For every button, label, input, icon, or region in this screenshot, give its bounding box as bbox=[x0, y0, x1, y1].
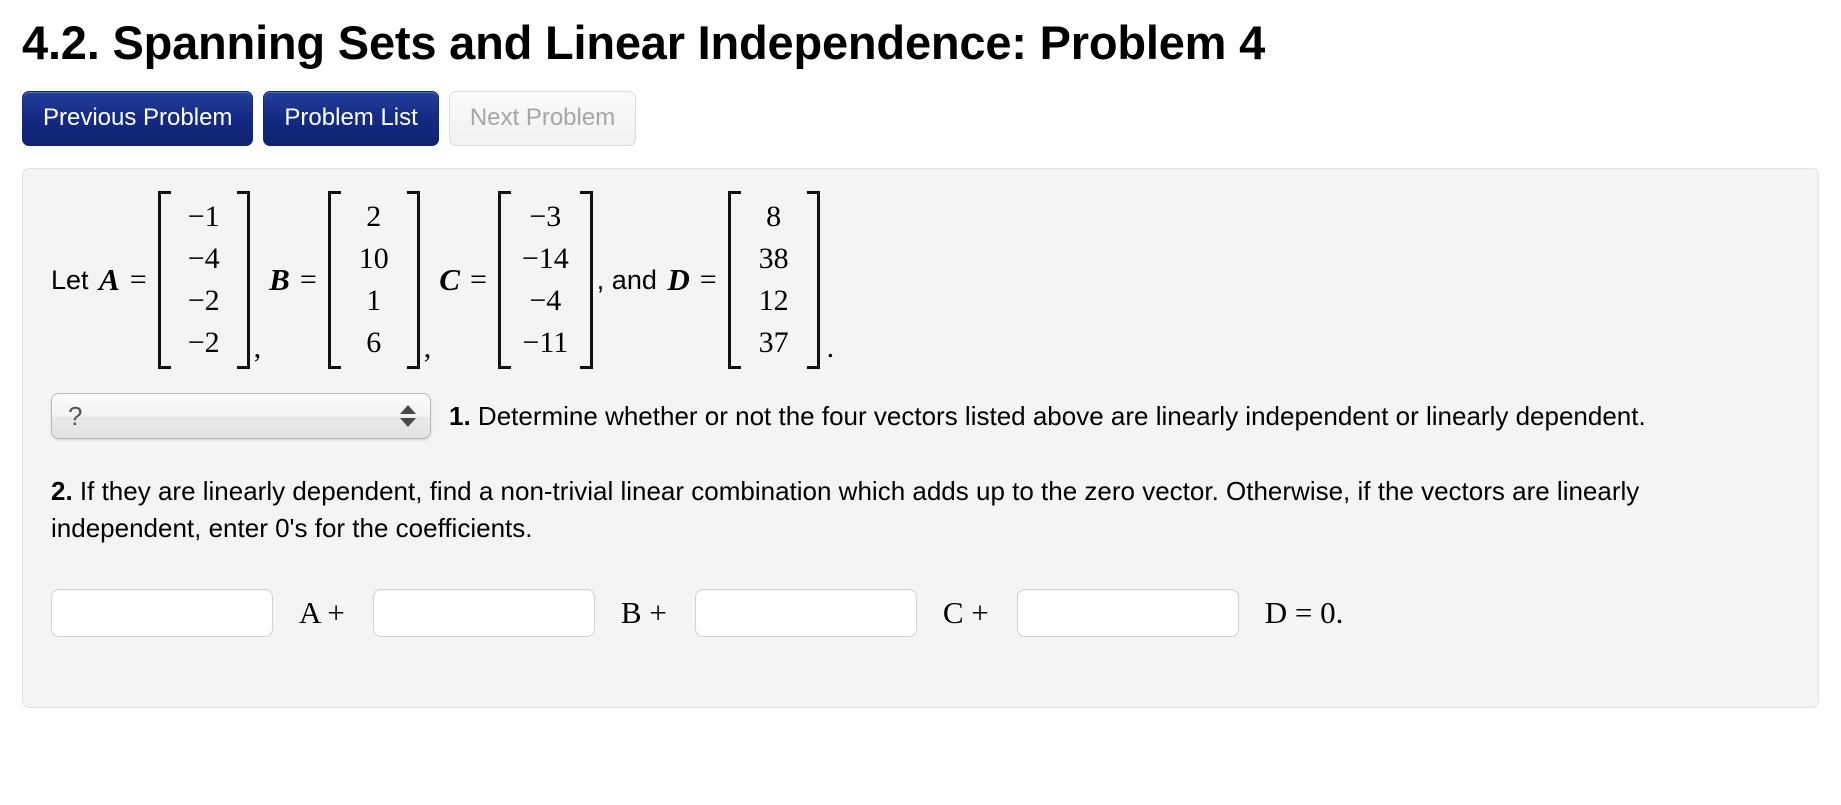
question-1-number: 1. bbox=[449, 400, 471, 431]
vector-d-name: D bbox=[667, 262, 690, 298]
bracket-left-icon bbox=[157, 191, 171, 370]
question-1-text: 1. Determine whether or not the four vec… bbox=[449, 399, 1646, 434]
vector-b-entry-4: 6 bbox=[366, 326, 382, 360]
vector-c-column: −3 −14 −4 −11 bbox=[511, 191, 580, 369]
vector-c-entry-4: −11 bbox=[522, 326, 569, 360]
coefficient-d-input[interactable] bbox=[1016, 589, 1239, 638]
bracket-left-icon bbox=[497, 191, 511, 370]
vector-c-entry-3: −4 bbox=[529, 284, 562, 318]
vector-d-column: 8 38 12 37 bbox=[741, 191, 807, 369]
vector-d-matrix: 8 38 12 37 bbox=[727, 191, 820, 370]
independence-select-value: ? bbox=[68, 400, 83, 431]
equals-sign-c: = bbox=[469, 263, 487, 297]
question-1-body: Determine whether or not the four vector… bbox=[470, 400, 1646, 431]
vector-b-entry-1: 2 bbox=[366, 200, 382, 234]
independence-select[interactable]: ? bbox=[51, 393, 431, 440]
equals-sign-d: = bbox=[699, 263, 717, 297]
problem-page: 4.2. Spanning Sets and Linear Independen… bbox=[0, 16, 1841, 709]
bracket-left-icon bbox=[327, 191, 341, 370]
vector-d-entry-2: 38 bbox=[758, 242, 789, 276]
vector-d-entry-4: 37 bbox=[758, 326, 789, 360]
answer-row: A + B + C + D = 0. bbox=[41, 589, 1800, 638]
vector-a-column: −1 −4 −2 −2 bbox=[171, 191, 237, 369]
equals-sign-a: = bbox=[129, 263, 147, 297]
vector-b-name: B bbox=[269, 262, 290, 298]
bracket-right-icon bbox=[579, 191, 593, 370]
vector-c-matrix: −3 −14 −4 −11 bbox=[497, 191, 593, 370]
problem-list-button[interactable]: Problem List bbox=[263, 91, 439, 147]
vector-b-column: 2 10 1 6 bbox=[341, 191, 407, 369]
vector-d-entry-1: 8 bbox=[766, 200, 782, 234]
vector-a-name: A bbox=[99, 262, 120, 298]
coefficient-b-input[interactable] bbox=[372, 589, 595, 638]
page-title: 4.2. Spanning Sets and Linear Independen… bbox=[22, 16, 1266, 69]
term-label-d: D = 0. bbox=[1264, 595, 1344, 631]
arrow-up-icon bbox=[400, 405, 416, 415]
vector-a-entry-4: −2 bbox=[187, 326, 220, 360]
question-2-text: 2. If they are linearly dependent, find … bbox=[41, 473, 1800, 547]
chevron-updown-icon bbox=[400, 394, 416, 438]
term-label-b: B + bbox=[620, 595, 667, 631]
vector-c-entry-2: −14 bbox=[521, 242, 569, 276]
vector-definition-line: Let A = −1 −4 −2 −2 , B = 2 10 1 6 , C =… bbox=[41, 185, 1800, 371]
arrow-down-icon bbox=[400, 418, 416, 428]
term-label-c: C + bbox=[942, 595, 989, 631]
vector-b-entry-3: 1 bbox=[366, 284, 382, 318]
vector-b-matrix: 2 10 1 6 bbox=[327, 191, 420, 370]
vector-c-entry-1: −3 bbox=[529, 200, 562, 234]
bracket-right-icon bbox=[806, 191, 820, 370]
vector-d-entry-3: 12 bbox=[758, 284, 789, 318]
bracket-right-icon bbox=[406, 191, 420, 370]
bracket-left-icon bbox=[727, 191, 741, 370]
question-1-row: ? 1. Determine whether or not the four v… bbox=[41, 393, 1800, 440]
vector-a-entry-3: −2 bbox=[187, 284, 220, 318]
next-problem-button: Next Problem bbox=[448, 91, 637, 147]
previous-problem-button[interactable]: Previous Problem bbox=[22, 91, 254, 147]
and-label: , and bbox=[596, 264, 665, 295]
vector-c-name: C bbox=[439, 262, 460, 298]
vector-a-matrix: −1 −4 −2 −2 bbox=[157, 191, 250, 370]
comma-after-a: , bbox=[253, 331, 262, 365]
vector-a-entry-2: −4 bbox=[187, 242, 220, 276]
vector-b-entry-2: 10 bbox=[358, 242, 389, 276]
coefficient-a-input[interactable] bbox=[51, 589, 273, 638]
question-2-number: 2. bbox=[51, 476, 73, 507]
equals-sign-b: = bbox=[299, 263, 317, 297]
sentence-period: . bbox=[826, 331, 835, 365]
bracket-right-icon bbox=[236, 191, 250, 370]
coefficient-c-input[interactable] bbox=[694, 589, 917, 638]
term-label-a: A + bbox=[299, 595, 345, 631]
problem-panel: Let A = −1 −4 −2 −2 , B = 2 10 1 6 , C =… bbox=[22, 168, 1819, 709]
question-2-body: If they are linearly dependent, find a n… bbox=[51, 476, 1640, 544]
comma-after-b: , bbox=[423, 331, 432, 365]
problem-navigation: Previous Problem Problem List Next Probl… bbox=[22, 91, 1819, 147]
vector-a-entry-1: −1 bbox=[187, 200, 220, 234]
let-label: Let bbox=[51, 264, 97, 295]
